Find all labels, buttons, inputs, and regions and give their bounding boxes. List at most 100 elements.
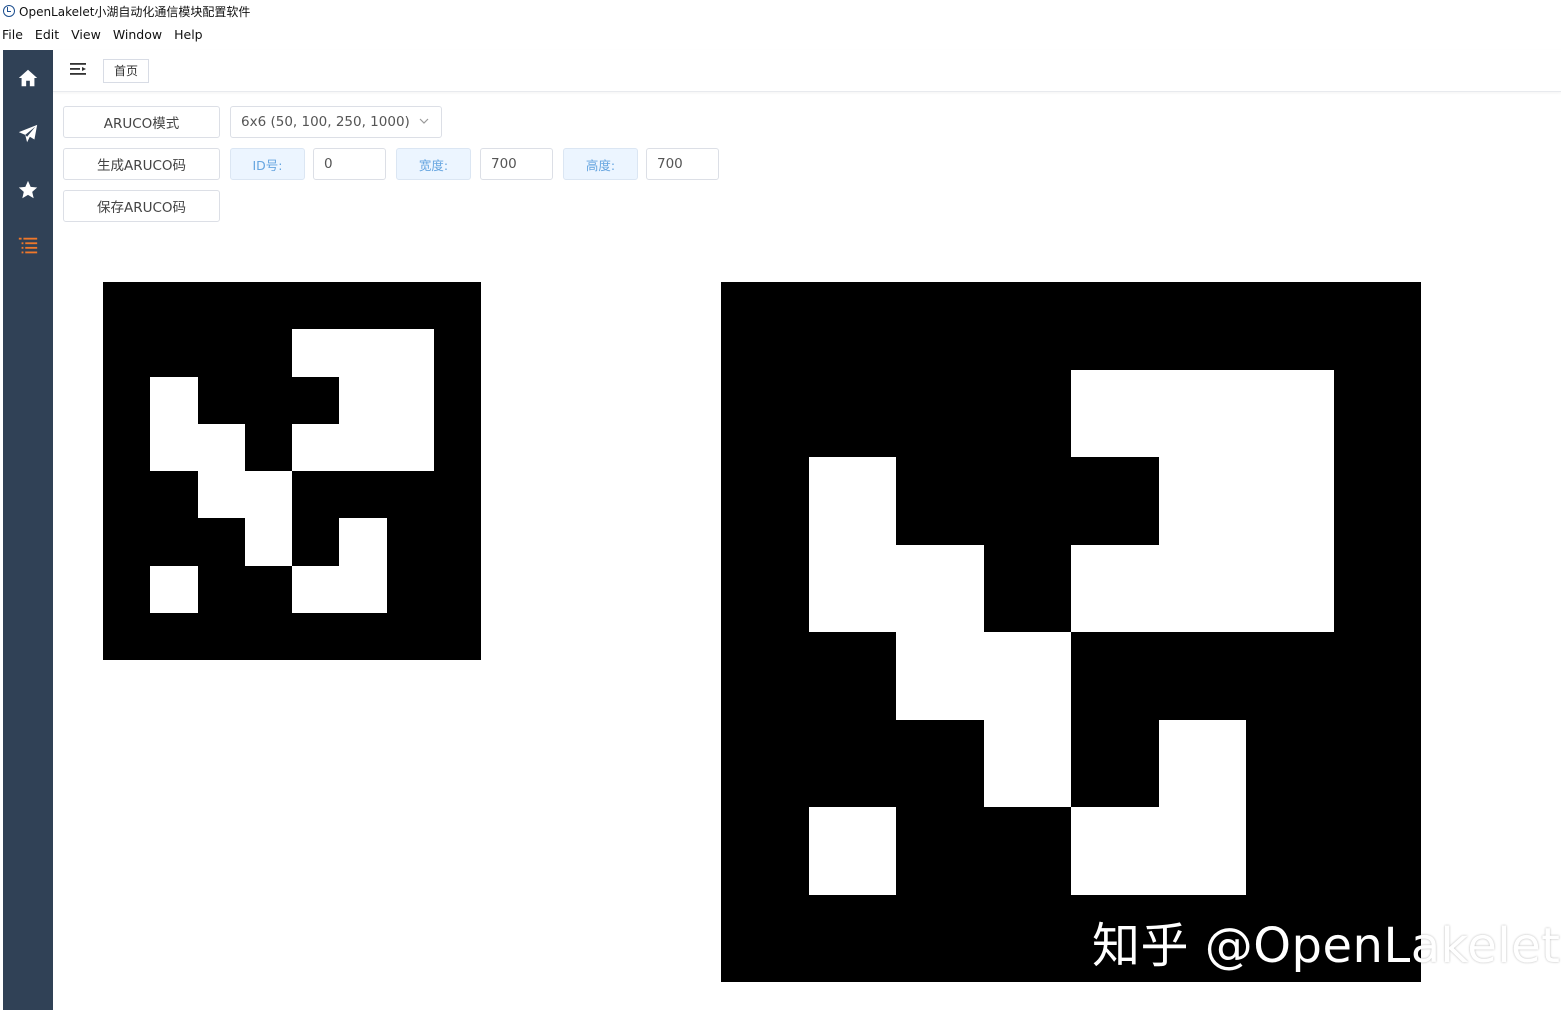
marker-cell xyxy=(433,376,481,424)
marker-cell xyxy=(197,565,245,613)
marker-cell xyxy=(721,719,809,807)
marker-cell xyxy=(197,423,245,471)
dictionary-select-value: 6x6 (50, 100, 250, 1000) xyxy=(241,114,410,130)
marker-cell xyxy=(1246,632,1334,720)
marker-cell xyxy=(292,376,340,424)
marker-cell xyxy=(244,565,292,613)
aruco-marker-preview-small xyxy=(103,282,481,660)
home-icon xyxy=(18,69,38,87)
marker-cell xyxy=(386,471,434,519)
marker-cell xyxy=(150,423,198,471)
marker-cell xyxy=(197,329,245,377)
menu-help[interactable]: Help xyxy=(172,27,209,42)
marker-cell xyxy=(721,807,809,895)
marker-cell xyxy=(1246,282,1334,370)
marker-cell xyxy=(1071,719,1159,807)
marker-cell xyxy=(339,565,387,613)
marker-cell xyxy=(983,544,1071,632)
marker-cell xyxy=(808,282,896,370)
marker-cell xyxy=(1333,282,1421,370)
marker-cell xyxy=(1333,719,1421,807)
save-aruco-button[interactable]: 保存ARUCO码 xyxy=(63,190,220,222)
marker-cell xyxy=(1158,719,1246,807)
marker-cell xyxy=(983,894,1071,982)
marker-cell xyxy=(292,423,340,471)
menu-file[interactable]: File xyxy=(0,27,29,42)
window-title: OpenLakelet小湖自动化通信模块配置软件 xyxy=(19,4,251,19)
marker-cell xyxy=(292,282,340,330)
marker-cell xyxy=(103,612,151,660)
sidebar-item-send[interactable] xyxy=(3,106,53,162)
marker-cell xyxy=(292,518,340,566)
width-input[interactable] xyxy=(480,148,553,180)
marker-cell xyxy=(1071,807,1159,895)
title-bar: OpenLakelet小湖自动化通信模块配置软件 xyxy=(0,0,1561,22)
marker-cell xyxy=(1158,807,1246,895)
marker-cell xyxy=(1333,457,1421,545)
tab-home[interactable]: 首页 xyxy=(103,59,150,83)
aruco-mode-button[interactable]: ARUCO模式 xyxy=(63,106,220,138)
marker-cell xyxy=(386,565,434,613)
marker-cell xyxy=(244,282,292,330)
marker-cell xyxy=(983,719,1071,807)
marker-cell xyxy=(197,376,245,424)
marker-cell xyxy=(433,612,481,660)
marker-cell xyxy=(103,282,151,330)
marker-cell xyxy=(721,369,809,457)
marker-cell xyxy=(244,376,292,424)
marker-cell xyxy=(808,719,896,807)
marker-cell xyxy=(721,282,809,370)
marker-cell xyxy=(150,329,198,377)
marker-cell xyxy=(1158,282,1246,370)
menu-view[interactable]: View xyxy=(69,27,107,42)
marker-cell xyxy=(1246,369,1334,457)
marker-cell xyxy=(339,282,387,330)
marker-cell xyxy=(103,471,151,519)
marker-cell xyxy=(103,518,151,566)
marker-cell xyxy=(896,719,984,807)
marker-cell xyxy=(1071,369,1159,457)
marker-cell xyxy=(386,329,434,377)
paper-plane-icon xyxy=(18,124,38,143)
marker-cell xyxy=(386,518,434,566)
marker-cell xyxy=(1246,807,1334,895)
collapse-menu-icon[interactable] xyxy=(69,61,87,79)
width-label: 宽度: xyxy=(396,148,471,180)
sidebar-item-list[interactable] xyxy=(3,218,53,274)
generate-aruco-button[interactable]: 生成ARUCO码 xyxy=(63,148,220,180)
sidebar-item-favorites[interactable] xyxy=(3,162,53,218)
marker-cell xyxy=(150,282,198,330)
id-input[interactable] xyxy=(313,148,386,180)
marker-cell xyxy=(1071,632,1159,720)
marker-cell xyxy=(197,518,245,566)
aruco-marker-preview-large xyxy=(721,282,1421,982)
marker-cell xyxy=(1071,282,1159,370)
marker-cell xyxy=(808,632,896,720)
sidebar-item-home[interactable] xyxy=(3,50,53,106)
dictionary-select[interactable]: 6x6 (50, 100, 250, 1000) xyxy=(230,106,442,138)
marker-cell xyxy=(1333,632,1421,720)
marker-cell xyxy=(896,894,984,982)
marker-cell xyxy=(150,471,198,519)
marker-cell xyxy=(339,471,387,519)
marker-cell xyxy=(1158,632,1246,720)
app-clock-icon xyxy=(3,5,15,17)
menu-edit[interactable]: Edit xyxy=(33,27,65,42)
marker-cell xyxy=(292,565,340,613)
marker-cell xyxy=(808,894,896,982)
marker-cell xyxy=(103,329,151,377)
marker-cell xyxy=(339,518,387,566)
menu-window[interactable]: Window xyxy=(111,27,168,42)
marker-cell xyxy=(721,894,809,982)
id-label: ID号: xyxy=(230,148,305,180)
marker-cell xyxy=(808,457,896,545)
marker-cell xyxy=(433,329,481,377)
marker-cell xyxy=(1071,544,1159,632)
marker-cell xyxy=(1333,544,1421,632)
marker-cell xyxy=(721,457,809,545)
marker-cell xyxy=(983,457,1071,545)
marker-cell xyxy=(386,376,434,424)
marker-cell xyxy=(983,369,1071,457)
marker-cell xyxy=(896,457,984,545)
height-input[interactable] xyxy=(646,148,719,180)
